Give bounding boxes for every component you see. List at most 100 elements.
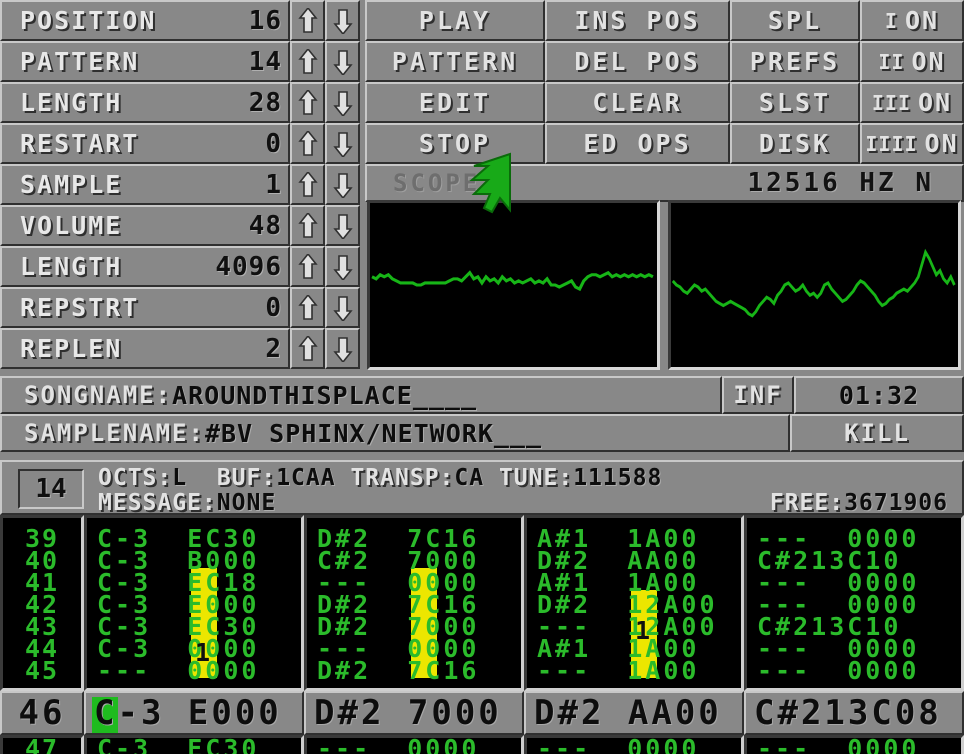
button-row: EDIT CLEAR SLST III ON xyxy=(365,82,964,123)
inf-button[interactable]: INF xyxy=(722,376,794,414)
channel-2-toggle[interactable]: II ON xyxy=(860,41,964,82)
current-row-channel-2[interactable]: D#2 7000 xyxy=(304,691,524,735)
edit-button[interactable]: EDIT xyxy=(365,82,545,123)
next-cell-text: --- 0000 xyxy=(757,735,920,754)
slst-button[interactable]: SLST xyxy=(730,82,860,123)
current-row[interactable]: 46 C-3 E000 D#2 7000 D#2 AA00 C#213C08 xyxy=(0,691,964,735)
arrow-down-icon[interactable] xyxy=(325,123,360,164)
param-row-volume[interactable]: VOLUME 48 xyxy=(0,205,290,246)
channel-state: ON xyxy=(918,88,953,117)
free-value: 3671906 xyxy=(844,490,948,516)
del-pos-button[interactable]: DEL POS xyxy=(545,41,730,82)
pattern-button[interactable]: PATTERN xyxy=(365,41,545,82)
arrow-up-icon[interactable] xyxy=(290,246,325,287)
next-row-peek[interactable]: 47 C-3 EC30 --- 0000 --- 0000 --- 0000 xyxy=(0,735,964,754)
param-label: VOLUME xyxy=(20,211,123,240)
current-row-channel-1[interactable]: C-3 E000 xyxy=(84,691,304,735)
arrow-up-icon[interactable] xyxy=(290,205,325,246)
arrow-up-icon[interactable] xyxy=(290,164,325,205)
param-row-length[interactable]: LENGTH 28 xyxy=(0,82,290,123)
next-cell-text: --- 0000 xyxy=(537,735,700,754)
kill-button[interactable]: KILL xyxy=(790,414,964,452)
song-time-value: 01:32 xyxy=(838,380,920,410)
buf-value: 1CAA xyxy=(276,465,336,491)
info-panel: 14 OCTS:L BUF:1CAA TRANSP:CA TUNE:111588… xyxy=(0,460,964,516)
param-row-restart[interactable]: RESTART 0 xyxy=(0,123,290,164)
current-cell-text: D#2 AA00 xyxy=(534,693,722,733)
param-value-position: 16 xyxy=(248,5,282,36)
param-row-pattern[interactable]: PATTERN 14 xyxy=(0,41,290,82)
scope-status-bar[interactable]: SCOPE 12516 HZ N xyxy=(365,164,964,202)
ins-pos-button[interactable]: INS POS xyxy=(545,0,730,41)
play-button[interactable]: PLAY xyxy=(365,0,545,41)
channel-4-toggle[interactable]: IIII ON xyxy=(860,123,964,164)
spinner-pair xyxy=(290,246,360,287)
spinner-pair xyxy=(290,82,360,123)
ed-ops-button[interactable]: ED OPS xyxy=(545,123,730,164)
songname-bar[interactable]: SONGNAME: AROUNDTHISPLACE____ xyxy=(0,376,722,414)
param-label: RESTART xyxy=(20,129,140,158)
arrow-up-icon[interactable] xyxy=(290,41,325,82)
channel-roman-numeral: I xyxy=(884,8,898,33)
arrow-down-icon[interactable] xyxy=(325,41,360,82)
current-row-channel-4[interactable]: C#213C08 xyxy=(744,691,964,735)
clear-button[interactable]: CLEAR xyxy=(545,82,730,123)
param-row-replen[interactable]: REPLEN 2 xyxy=(0,328,290,369)
current-pattern-box[interactable]: 14 xyxy=(18,469,84,509)
next-row-channel-4[interactable]: --- 0000 xyxy=(744,735,964,754)
channel-3-toggle[interactable]: III ON xyxy=(860,82,964,123)
channel-roman-numeral: II xyxy=(878,49,905,74)
pattern-channel-4[interactable]: --- 0000 C#213C10 --- 0000 --- 0000 C#213C10… xyxy=(744,515,964,691)
pattern-channel-2[interactable]: D#2 7C16 C#2 7000 --- 0000 D#2 7C16 D#2 7000… xyxy=(304,515,524,691)
arrow-up-icon[interactable] xyxy=(290,0,325,41)
param-value-repstrt: 0 xyxy=(265,292,282,323)
arrow-down-icon[interactable] xyxy=(325,0,360,41)
free-memory: FREE:3671906 xyxy=(770,490,948,516)
param-value-sample-length: 4096 xyxy=(215,251,282,282)
arrow-down-icon[interactable] xyxy=(325,246,360,287)
current-cell-text: C#213C08 xyxy=(754,693,942,733)
arrow-down-icon[interactable] xyxy=(325,82,360,123)
samplename-label: SAMPLENAME: xyxy=(24,419,205,447)
arrow-up-icon[interactable] xyxy=(290,328,325,369)
prefs-button[interactable]: PREFS xyxy=(730,41,860,82)
param-row-sample[interactable]: SAMPLE 1 xyxy=(0,164,290,205)
param-row-position[interactable]: POSITION 16 xyxy=(0,0,290,41)
next-row-channel-2[interactable]: --- 0000 xyxy=(304,735,524,754)
param-label: POSITION xyxy=(20,6,157,35)
pattern-editor[interactable]: 39 40 41 42 43 44 45 1 C-3 EC30 C-3 B000 C-3 EC18 C… xyxy=(0,515,964,754)
samplename-bar[interactable]: SAMPLENAME: #BV SPHINX/NETWORK___ xyxy=(0,414,790,452)
arrow-down-icon[interactable] xyxy=(325,164,360,205)
pattern-row-numbers: 39 40 41 42 43 44 45 xyxy=(0,515,84,691)
arrow-up-icon[interactable] xyxy=(290,82,325,123)
pattern-cell[interactable]: --- 1A00 xyxy=(527,658,741,683)
pattern-rows-area[interactable]: 39 40 41 42 43 44 45 1 C-3 EC30 C-3 B000 C-3 EC18 C… xyxy=(0,515,964,691)
param-row-repstrt[interactable]: REPSTRT 0 xyxy=(0,287,290,328)
next-row-channel-3[interactable]: --- 0000 xyxy=(524,735,744,754)
disk-button[interactable]: DISK xyxy=(730,123,860,164)
inf-label: INF xyxy=(733,381,783,409)
arrow-down-icon[interactable] xyxy=(325,205,360,246)
channel-1-toggle[interactable]: I ON xyxy=(860,0,964,41)
arrow-down-icon[interactable] xyxy=(325,287,360,328)
stop-button[interactable]: STOP xyxy=(365,123,545,164)
channel-state: ON xyxy=(911,47,946,76)
arrow-up-icon[interactable] xyxy=(290,287,325,328)
current-row-channel-3[interactable]: D#2 AA00 xyxy=(524,691,744,735)
next-cell-text: --- 0000 xyxy=(317,735,480,754)
samplename-value[interactable]: #BV SPHINX/NETWORK___ xyxy=(205,419,542,448)
spl-button[interactable]: SPL xyxy=(730,0,860,41)
current-cell-text: D#2 7000 xyxy=(314,693,502,733)
message-value: NONE xyxy=(216,490,277,516)
arrow-up-icon[interactable] xyxy=(290,123,325,164)
tune-value: 111588 xyxy=(573,465,663,491)
pattern-cell[interactable]: D#2 7C16 xyxy=(307,658,521,683)
param-row-sample-length[interactable]: LENGTH 4096 xyxy=(0,246,290,287)
pattern-channel-3[interactable]: 1 A#1 1A00 D#2 AA00 A#1 1A00 D#2 12A00 --- 12… xyxy=(524,515,744,691)
next-row-channel-1[interactable]: C-3 EC30 xyxy=(84,735,304,754)
songname-value[interactable]: AROUNDTHISPLACE____ xyxy=(172,381,477,410)
pattern-channel-1[interactable]: 1 C-3 EC30 C-3 B000 C-3 EC18 C-3 E000 C-3 EC3… xyxy=(84,515,304,691)
arrow-down-icon[interactable] xyxy=(325,328,360,369)
octs-label: OCTS: xyxy=(98,465,173,491)
pattern-cell[interactable]: --- 0000 xyxy=(747,658,961,683)
